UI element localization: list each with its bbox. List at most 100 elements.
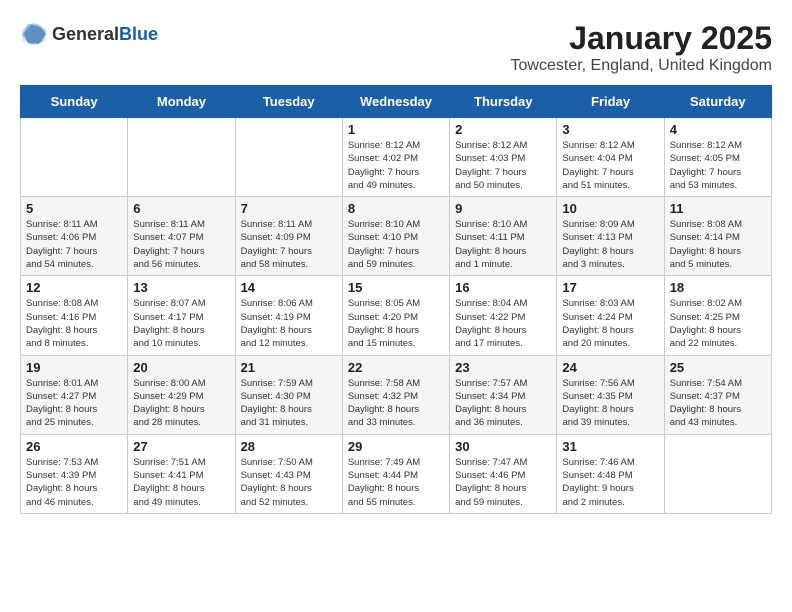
calendar-cell xyxy=(235,118,342,197)
date-number: 24 xyxy=(562,360,658,375)
calendar-cell: 21 Sunrise: 7:59 AM Sunset: 4:30 PM Dayli… xyxy=(235,355,342,434)
calendar-cell: 30Sunrise: 7:47 AM Sunset: 4:46 PM Dayli… xyxy=(450,434,557,513)
week-row-4: 19 Sunrise: 8:01 AM Sunset: 4:27 PM Dayli… xyxy=(21,355,772,434)
logo-text: GeneralBlue xyxy=(52,24,158,45)
day-info: Sunrise: 7:58 AM Sunset: 4:32 PM Dayligh… xyxy=(348,377,444,430)
calendar-cell: 25 Sunrise: 7:54 AM Sunset: 4:37 PM Dayli… xyxy=(664,355,771,434)
date-number: 7 xyxy=(241,201,337,216)
date-number: 13 xyxy=(133,280,229,295)
date-number: 19 xyxy=(26,360,122,375)
day-info: Sunrise: 7:51 AM Sunset: 4:41 PM Dayligh… xyxy=(133,456,229,509)
calendar-cell: 3 Sunrise: 8:12 AM Sunset: 4:04 PM Daylig… xyxy=(557,118,664,197)
day-info: Sunrise: 8:08 AM Sunset: 4:14 PM Dayligh… xyxy=(670,218,766,271)
logo: GeneralBlue xyxy=(20,20,158,48)
logo-icon xyxy=(20,20,48,48)
date-number: 2 xyxy=(455,122,551,137)
calendar-cell: 11Sunrise: 8:08 AM Sunset: 4:14 PM Dayli… xyxy=(664,197,771,276)
day-header-tuesday: Tuesday xyxy=(235,86,342,118)
date-number: 10 xyxy=(562,201,658,216)
day-header-wednesday: Wednesday xyxy=(342,86,449,118)
day-header-sunday: Sunday xyxy=(21,86,128,118)
day-header-monday: Monday xyxy=(128,86,235,118)
date-number: 6 xyxy=(133,201,229,216)
date-number: 23 xyxy=(455,360,551,375)
title-area: January 2025 Towcester, England, United … xyxy=(511,20,772,75)
date-number: 27 xyxy=(133,439,229,454)
date-number: 20 xyxy=(133,360,229,375)
calendar-cell: 12 Sunrise: 8:08 AM Sunset: 4:16 PM Dayli… xyxy=(21,276,128,355)
calendar-cell: 28 Sunrise: 7:50 AM Sunset: 4:43 PM Dayli… xyxy=(235,434,342,513)
day-info: Sunrise: 8:01 AM Sunset: 4:27 PM Dayligh… xyxy=(26,377,122,430)
day-info: Sunrise: 8:10 AM Sunset: 4:11 PM Dayligh… xyxy=(455,218,551,271)
date-number: 22 xyxy=(348,360,444,375)
date-number: 12 xyxy=(26,280,122,295)
date-number: 18 xyxy=(670,280,766,295)
day-info: Sunrise: 7:49 AM Sunset: 4:44 PM Dayligh… xyxy=(348,456,444,509)
calendar-cell: 2Sunrise: 8:12 AM Sunset: 4:03 PM Daylig… xyxy=(450,118,557,197)
day-info: Sunrise: 7:47 AM Sunset: 4:46 PM Dayligh… xyxy=(455,456,551,509)
date-number: 28 xyxy=(241,439,337,454)
month-title: January 2025 xyxy=(511,20,772,57)
date-number: 21 xyxy=(241,360,337,375)
day-info: Sunrise: 8:02 AM Sunset: 4:25 PM Dayligh… xyxy=(670,297,766,350)
date-number: 31 xyxy=(562,439,658,454)
day-info: Sunrise: 8:09 AM Sunset: 4:13 PM Dayligh… xyxy=(562,218,658,271)
calendar-cell: 19 Sunrise: 8:01 AM Sunset: 4:27 PM Dayli… xyxy=(21,355,128,434)
date-number: 4 xyxy=(670,122,766,137)
date-number: 17 xyxy=(562,280,658,295)
day-info: Sunrise: 8:12 AM Sunset: 4:04 PM Dayligh… xyxy=(562,139,658,192)
calendar-cell: 14Sunrise: 8:06 AM Sunset: 4:19 PM Dayli… xyxy=(235,276,342,355)
date-number: 5 xyxy=(26,201,122,216)
calendar-cell: 23 Sunrise: 7:57 AM Sunset: 4:34 PM Dayli… xyxy=(450,355,557,434)
week-row-1: 1 Sunrise: 8:12 AM Sunset: 4:02 PM Daylig… xyxy=(21,118,772,197)
calendar-cell: 13 Sunrise: 8:07 AM Sunset: 4:17 PM Dayli… xyxy=(128,276,235,355)
day-info: Sunrise: 7:46 AM Sunset: 4:48 PM Dayligh… xyxy=(562,456,658,509)
day-info: Sunrise: 7:59 AM Sunset: 4:30 PM Dayligh… xyxy=(241,377,337,430)
calendar-cell xyxy=(664,434,771,513)
day-header-row: SundayMondayTuesdayWednesdayThursdayFrid… xyxy=(21,86,772,118)
day-info: Sunrise: 8:07 AM Sunset: 4:17 PM Dayligh… xyxy=(133,297,229,350)
calendar-cell: 6 Sunrise: 8:11 AM Sunset: 4:07 PM Daylig… xyxy=(128,197,235,276)
day-header-friday: Friday xyxy=(557,86,664,118)
date-number: 26 xyxy=(26,439,122,454)
date-number: 3 xyxy=(562,122,658,137)
day-info: Sunrise: 8:11 AM Sunset: 4:06 PM Dayligh… xyxy=(26,218,122,271)
day-info: Sunrise: 8:11 AM Sunset: 4:07 PM Dayligh… xyxy=(133,218,229,271)
date-number: 1 xyxy=(348,122,444,137)
day-header-saturday: Saturday xyxy=(664,86,771,118)
date-number: 25 xyxy=(670,360,766,375)
calendar-cell: 17Sunrise: 8:03 AM Sunset: 4:24 PM Dayli… xyxy=(557,276,664,355)
week-row-5: 26 Sunrise: 7:53 AM Sunset: 4:39 PM Dayli… xyxy=(21,434,772,513)
day-info: Sunrise: 8:05 AM Sunset: 4:20 PM Dayligh… xyxy=(348,297,444,350)
day-info: Sunrise: 7:53 AM Sunset: 4:39 PM Dayligh… xyxy=(26,456,122,509)
calendar-cell: 1 Sunrise: 8:12 AM Sunset: 4:02 PM Daylig… xyxy=(342,118,449,197)
day-info: Sunrise: 8:12 AM Sunset: 4:02 PM Dayligh… xyxy=(348,139,444,192)
day-info: Sunrise: 8:11 AM Sunset: 4:09 PM Dayligh… xyxy=(241,218,337,271)
calendar-cell: 26 Sunrise: 7:53 AM Sunset: 4:39 PM Dayli… xyxy=(21,434,128,513)
calendar-cell: 24Sunrise: 7:56 AM Sunset: 4:35 PM Dayli… xyxy=(557,355,664,434)
date-number: 16 xyxy=(455,280,551,295)
day-info: Sunrise: 7:54 AM Sunset: 4:37 PM Dayligh… xyxy=(670,377,766,430)
date-number: 9 xyxy=(455,201,551,216)
calendar-cell: 31 Sunrise: 7:46 AM Sunset: 4:48 PM Dayli… xyxy=(557,434,664,513)
calendar-cell: 22 Sunrise: 7:58 AM Sunset: 4:32 PM Dayli… xyxy=(342,355,449,434)
date-number: 29 xyxy=(348,439,444,454)
calendar-cell: 18 Sunrise: 8:02 AM Sunset: 4:25 PM Dayli… xyxy=(664,276,771,355)
day-info: Sunrise: 8:00 AM Sunset: 4:29 PM Dayligh… xyxy=(133,377,229,430)
calendar-cell xyxy=(128,118,235,197)
calendar-table: SundayMondayTuesdayWednesdayThursdayFrid… xyxy=(20,85,772,514)
day-info: Sunrise: 7:50 AM Sunset: 4:43 PM Dayligh… xyxy=(241,456,337,509)
week-row-3: 12 Sunrise: 8:08 AM Sunset: 4:16 PM Dayli… xyxy=(21,276,772,355)
week-row-2: 5 Sunrise: 8:11 AM Sunset: 4:06 PM Daylig… xyxy=(21,197,772,276)
calendar-cell xyxy=(21,118,128,197)
day-info: Sunrise: 8:10 AM Sunset: 4:10 PM Dayligh… xyxy=(348,218,444,271)
day-info: Sunrise: 7:57 AM Sunset: 4:34 PM Dayligh… xyxy=(455,377,551,430)
day-info: Sunrise: 8:08 AM Sunset: 4:16 PM Dayligh… xyxy=(26,297,122,350)
date-number: 15 xyxy=(348,280,444,295)
calendar-cell: 29 Sunrise: 7:49 AM Sunset: 4:44 PM Dayli… xyxy=(342,434,449,513)
calendar-cell: 9 Sunrise: 8:10 AM Sunset: 4:11 PM Daylig… xyxy=(450,197,557,276)
day-header-thursday: Thursday xyxy=(450,86,557,118)
calendar-cell: 16 Sunrise: 8:04 AM Sunset: 4:22 PM Dayli… xyxy=(450,276,557,355)
calendar-cell: 10 Sunrise: 8:09 AM Sunset: 4:13 PM Dayli… xyxy=(557,197,664,276)
day-info: Sunrise: 8:04 AM Sunset: 4:22 PM Dayligh… xyxy=(455,297,551,350)
